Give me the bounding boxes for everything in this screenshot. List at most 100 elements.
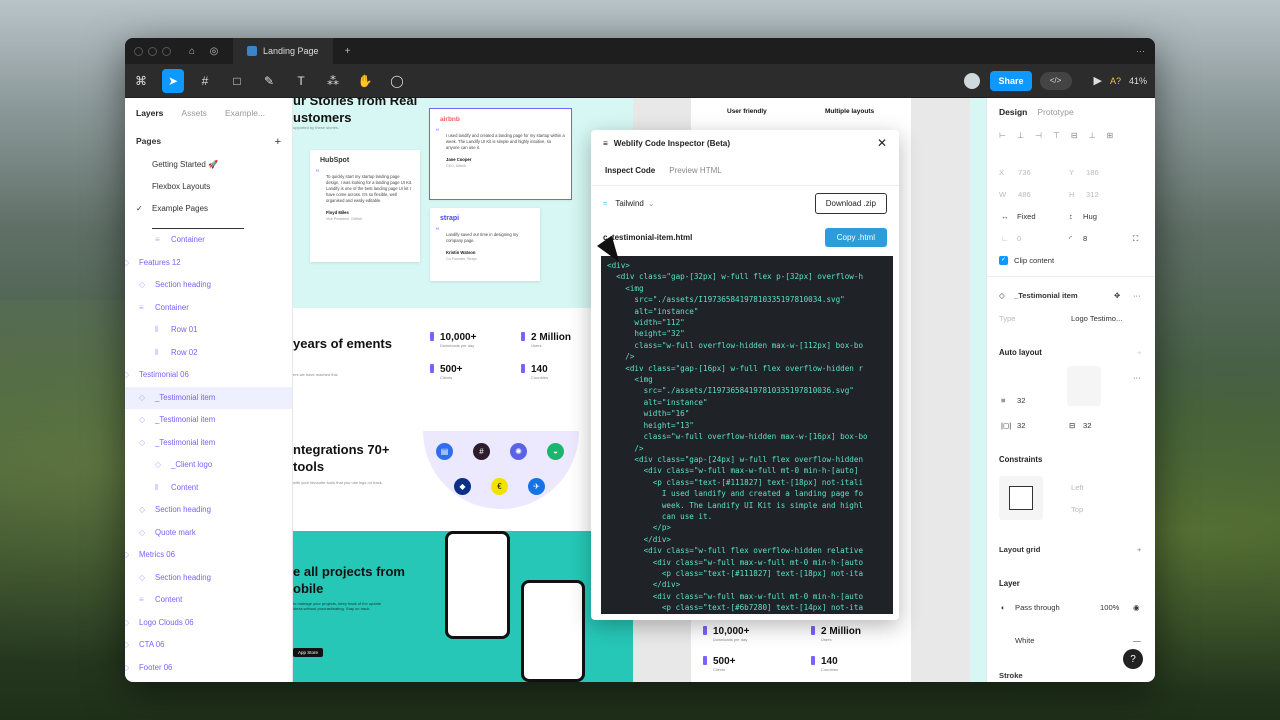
ai-icon[interactable]: A?: [1110, 76, 1121, 86]
layer-item[interactable]: ⫴ Row 02: [125, 342, 292, 365]
eye-icon[interactable]: ◉: [1133, 603, 1140, 612]
x-value[interactable]: 736: [1018, 168, 1031, 177]
tab-layers[interactable]: Layers: [136, 108, 163, 122]
width-mode[interactable]: Fixed: [1017, 212, 1036, 221]
app-store-badge[interactable]: App Store: [293, 648, 324, 657]
padding-v-value[interactable]: 32: [1083, 421, 1091, 430]
file-tab[interactable]: Landing Page: [233, 38, 333, 64]
user-avatar[interactable]: [962, 70, 983, 91]
layer-component-icon: ⫴: [155, 347, 159, 357]
close-icon[interactable]: ✕: [877, 136, 887, 150]
add-page-icon[interactable]: +: [275, 136, 281, 148]
text-tool-icon[interactable]: T: [285, 69, 317, 93]
landing-frame-3[interactable]: [970, 98, 986, 682]
layer-item[interactable]: ≡ Container: [125, 229, 292, 252]
layer-label: Footer 06: [139, 662, 173, 672]
layer-item[interactable]: ◇ Testimonial 06: [125, 364, 292, 387]
chevron-down-icon[interactable]: ⌄: [648, 199, 655, 208]
constraints-widget[interactable]: [999, 476, 1043, 520]
dev-mode-toggle[interactable]: </>: [1039, 71, 1072, 90]
layer-item[interactable]: ≡ Container: [125, 297, 292, 320]
home-icon[interactable]: ⌂: [181, 46, 203, 57]
layer-item[interactable]: ◇ Logo Clouds 06: [125, 612, 292, 635]
layer-item[interactable]: ◇ Section heading: [125, 567, 292, 590]
alignment-grid[interactable]: [1067, 366, 1101, 406]
checkbox-icon[interactable]: ✓: [999, 256, 1008, 265]
layer-item[interactable]: ◇ _Testimonial item: [125, 432, 292, 455]
framework-select[interactable]: Tailwind: [615, 199, 643, 208]
layer-item[interactable]: ◇ _Client logo: [125, 454, 292, 477]
layer-item[interactable]: ≡ Content: [125, 589, 292, 612]
tab-preview-html[interactable]: Preview HTML: [669, 166, 721, 175]
add-icon[interactable]: +: [1137, 545, 1141, 554]
layer-item[interactable]: ◇ _Testimonial item: [125, 409, 292, 432]
play-icon[interactable]: ▶: [1094, 74, 1102, 87]
layer-item[interactable]: ◇ Section heading: [125, 274, 292, 297]
globe-icon[interactable]: ◎: [203, 46, 225, 57]
testimonial-card-strapi[interactable]: strapi “ Landify saved our time in desig…: [430, 208, 540, 281]
frame-tool-icon[interactable]: #: [189, 69, 221, 93]
layer-item[interactable]: ◇ Features 12: [125, 252, 292, 275]
title-bar: ⌂ ◎ Landing Page + ···: [125, 38, 1155, 64]
code-block[interactable]: <div> <div class="gap-[32px] w-full flex…: [601, 256, 893, 614]
vertical-constraint[interactable]: Top: [1071, 505, 1083, 514]
testimonial-card-hubspot[interactable]: HubSpot “ To quickly start my startup la…: [310, 150, 420, 262]
height-mode[interactable]: Hug: [1083, 212, 1097, 221]
layer-item[interactable]: ◇ Quote mark: [125, 522, 292, 545]
tab-design[interactable]: Design: [999, 107, 1027, 117]
page-item[interactable]: Getting Started 🚀: [125, 154, 292, 176]
more-icon[interactable]: ···: [1136, 46, 1145, 56]
blend-mode-select[interactable]: Pass through: [1015, 603, 1060, 612]
layer-item[interactable]: ⫴ Content: [125, 477, 292, 500]
layer-item[interactable]: ◇ CTA 06: [125, 634, 292, 657]
move-tool-icon[interactable]: ➤: [162, 68, 184, 93]
h-value[interactable]: 312: [1086, 190, 1099, 199]
more-icon[interactable]: ···: [1133, 373, 1141, 382]
w-value[interactable]: 486: [1018, 190, 1031, 199]
layer-item[interactable]: ⫴ Row 01: [125, 319, 292, 342]
opacity-value[interactable]: 100%: [1100, 603, 1119, 612]
comment-tool-icon[interactable]: ◯: [381, 69, 413, 93]
rotation-value[interactable]: 0: [1017, 234, 1021, 243]
landing-frame[interactable]: ur Stories from Real ustomers upported b…: [293, 98, 633, 682]
remove-icon[interactable]: —: [1133, 636, 1141, 645]
more-icon[interactable]: ···: [1133, 291, 1141, 300]
canvas[interactable]: ur Stories from Real ustomers upported b…: [293, 98, 986, 682]
align-icons[interactable]: ⊢⊥⊣⊤⊟⊥⊞: [999, 131, 1124, 140]
layer-item[interactable]: ◇ _Testimonial item: [125, 386, 292, 409]
testimonial-card-airbnb[interactable]: airbnb “ I used landify and created a la…: [429, 108, 572, 200]
tab-inspect-code[interactable]: Inspect Code: [605, 166, 655, 175]
resources-icon[interactable]: ⁂: [317, 69, 349, 93]
download-zip-button[interactable]: Download .zip: [814, 192, 887, 214]
tab-assets[interactable]: Assets: [181, 108, 207, 122]
layer-item[interactable]: ◇ Section heading: [125, 499, 292, 522]
window-controls[interactable]: [134, 46, 171, 56]
main-menu-icon[interactable]: ⌘: [125, 69, 157, 93]
copy-html-button[interactable]: Copy .html: [824, 227, 887, 247]
plus-icon[interactable]: +: [337, 46, 359, 57]
zoom-level[interactable]: 41%: [1129, 76, 1147, 86]
hand-tool-icon[interactable]: ✋: [349, 69, 381, 93]
layer-item[interactable]: ◇ Footer 06: [125, 657, 292, 680]
gap-value[interactable]: 32: [1017, 396, 1025, 405]
fill-value[interactable]: White: [1015, 636, 1034, 645]
type-select[interactable]: Logo Testimo...: [1071, 314, 1122, 323]
page-item[interactable]: Flexbox Layouts: [125, 176, 292, 198]
pen-tool-icon[interactable]: ✎: [253, 69, 285, 93]
corner-radius-value[interactable]: 8: [1083, 234, 1087, 243]
tab-page-select[interactable]: Example...: [225, 108, 265, 122]
add-icon[interactable]: +: [1137, 348, 1141, 357]
stat-label: Users: [531, 343, 542, 348]
share-button[interactable]: Share: [990, 70, 1032, 91]
tab-prototype[interactable]: Prototype: [1037, 107, 1073, 117]
expand-icon[interactable]: ⛶: [1133, 234, 1138, 244]
padding-h-value[interactable]: 32: [1017, 421, 1025, 430]
stat-item: 2 Million Users: [811, 626, 861, 642]
shape-tool-icon[interactable]: □: [221, 69, 253, 93]
layer-item[interactable]: ◇ Metrics 06: [125, 544, 292, 567]
y-value[interactable]: 186: [1086, 168, 1099, 177]
horizontal-constraint[interactable]: Left: [1071, 483, 1084, 492]
help-button[interactable]: ?: [1123, 649, 1143, 669]
page-item-selected[interactable]: ✓ Example Pages: [125, 198, 292, 220]
component-link-icon[interactable]: ✥: [1114, 291, 1120, 300]
